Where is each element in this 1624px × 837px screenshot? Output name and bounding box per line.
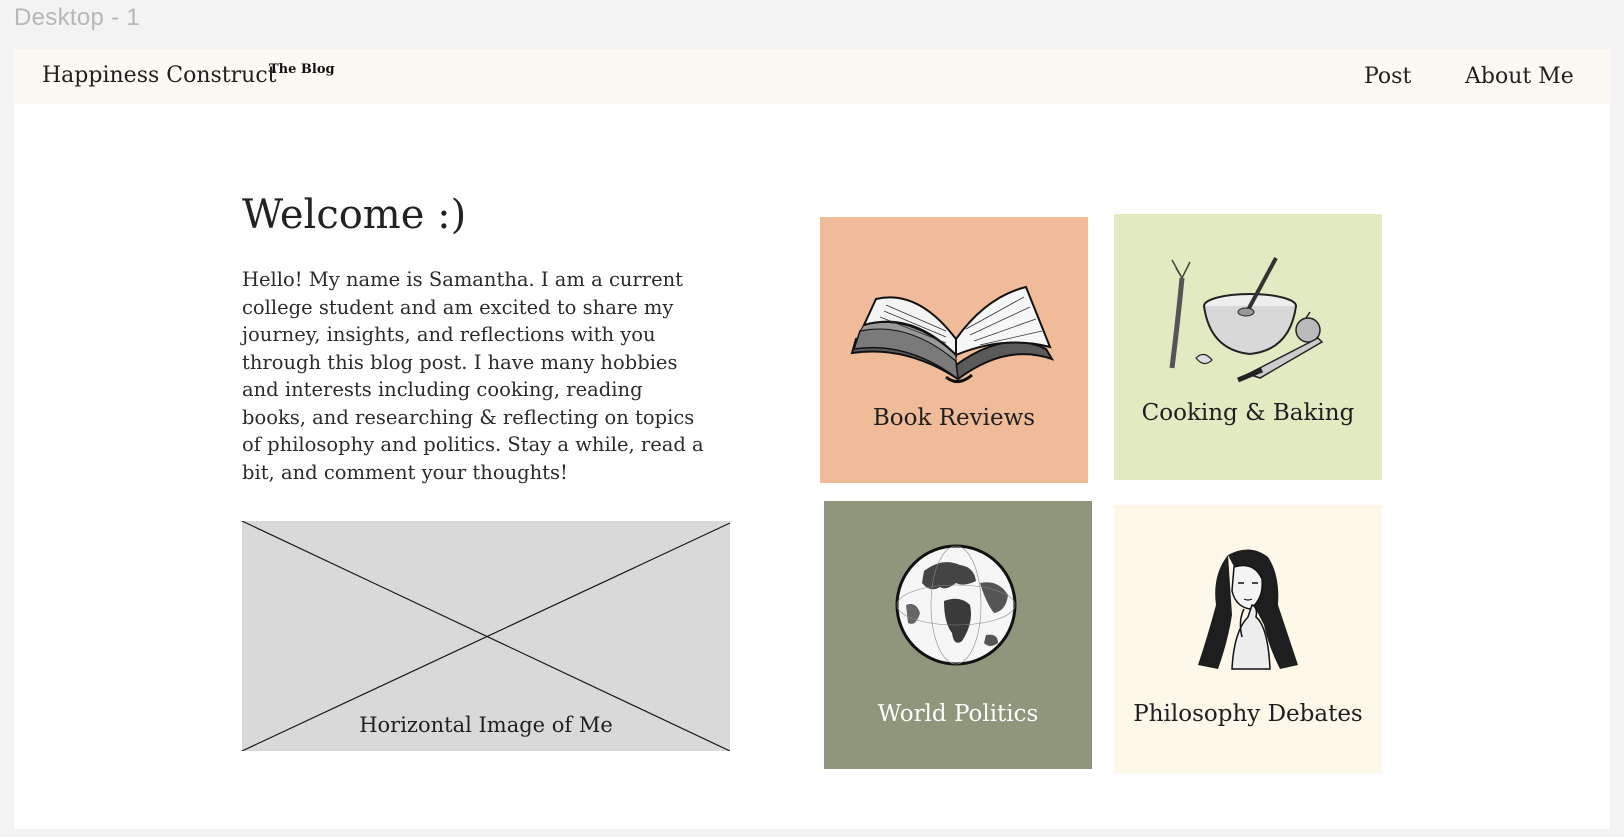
image-placeholder-caption: Horizontal Image of Me	[359, 713, 613, 737]
nav-link-post[interactable]: Post	[1364, 64, 1411, 89]
category-label-philosophy-debates: Philosophy Debates	[1133, 701, 1363, 727]
brand-tagline: The Blog	[269, 62, 335, 77]
category-tile-book-reviews[interactable]: Book Reviews	[820, 217, 1088, 483]
frame-label: Desktop - 1	[14, 4, 141, 31]
category-tile-philosophy-debates[interactable]: Philosophy Debates	[1114, 505, 1382, 773]
page-title: Welcome :)	[242, 192, 467, 238]
site-brand[interactable]: Happiness Construct	[42, 63, 277, 88]
image-placeholder: Horizontal Image of Me	[242, 521, 730, 751]
category-label-book-reviews: Book Reviews	[872, 405, 1036, 431]
thinking-woman-icon	[1198, 549, 1298, 670]
category-label-world-politics: World Politics	[877, 701, 1039, 727]
desktop-frame: Happiness Construct The Blog Post About …	[14, 49, 1610, 829]
globe-icon	[895, 544, 1017, 666]
category-tile-cooking-baking[interactable]: Cooking & Baking	[1114, 214, 1382, 480]
category-tile-world-politics[interactable]: World Politics	[824, 501, 1092, 769]
open-book-icon	[850, 285, 1055, 383]
mixing-bowl-icon	[1169, 257, 1324, 383]
nav-link-about-me[interactable]: About Me	[1465, 64, 1574, 89]
intro-paragraph: Hello! My name is Samantha. I am a curre…	[242, 268, 704, 484]
navbar: Happiness Construct The Blog Post About …	[14, 49, 1610, 104]
category-label-cooking-baking: Cooking & Baking	[1141, 400, 1355, 426]
